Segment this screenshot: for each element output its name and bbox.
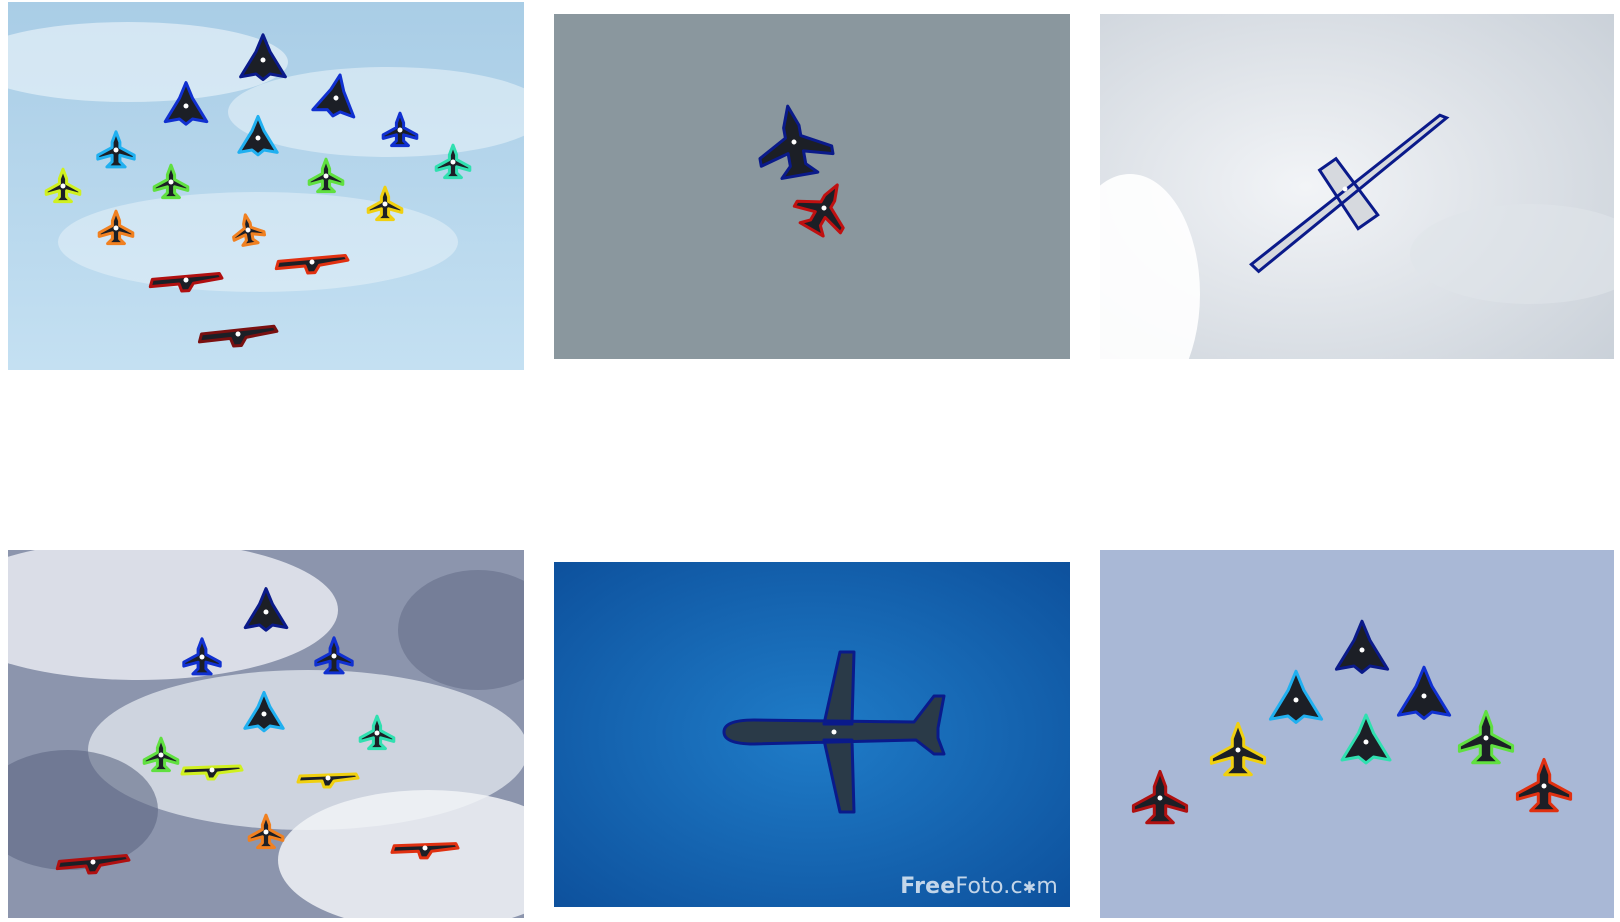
freefoto-watermark: FreeFoto.c✱m xyxy=(900,874,1058,899)
image-panel-jet-blue-sky: FreeFoto.c✱m xyxy=(554,562,1070,907)
image-panel-airliner-cloudy-sky xyxy=(1100,14,1614,359)
image-panel-v-formation-pale-sky xyxy=(1100,550,1614,918)
image-panel-formation-cloudy-sky xyxy=(8,550,524,918)
image-panel-formation-light-sky xyxy=(8,2,524,370)
image-panel-two-planes-grey-sky xyxy=(554,14,1070,359)
